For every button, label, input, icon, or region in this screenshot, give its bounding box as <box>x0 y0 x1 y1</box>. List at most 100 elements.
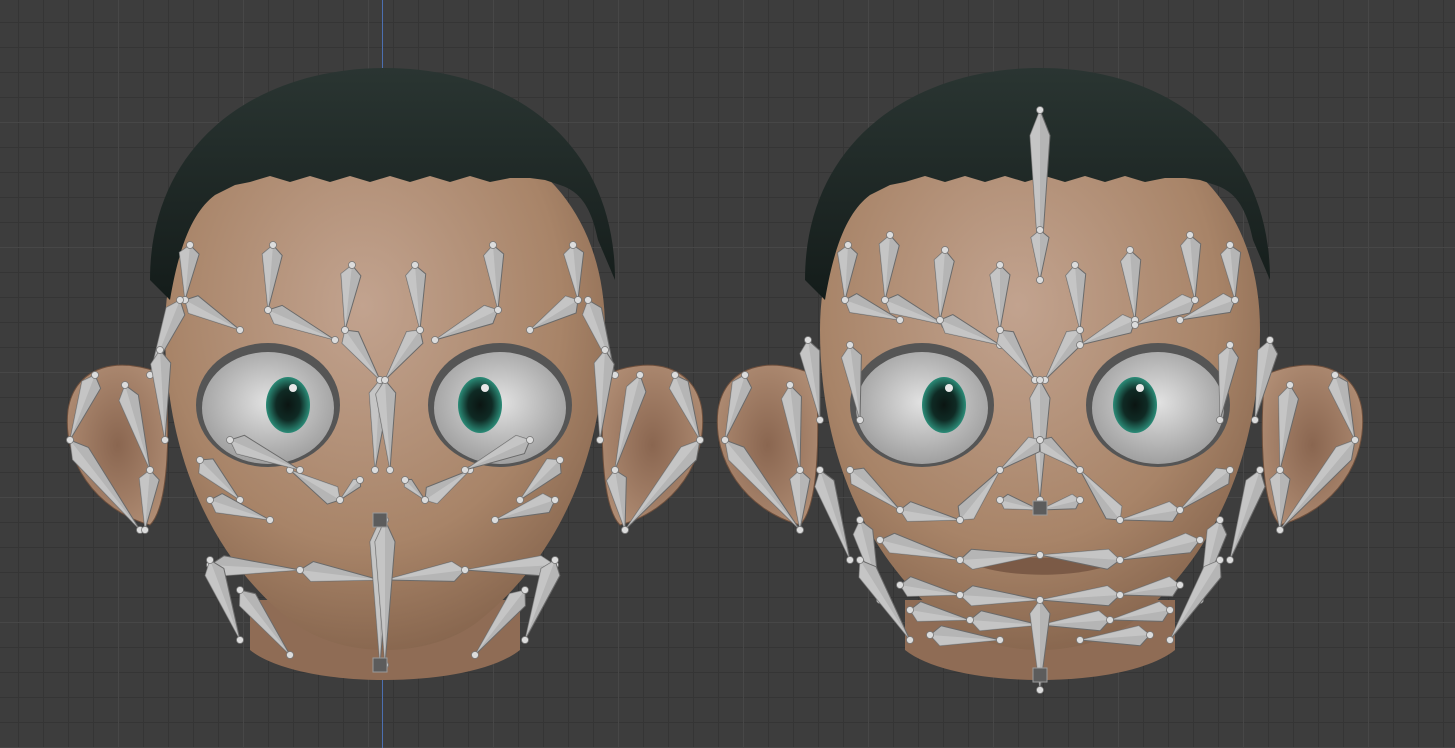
bone-joint[interactable] <box>341 326 349 334</box>
bone-joint[interactable] <box>1166 606 1174 614</box>
bone-joint[interactable] <box>206 496 214 504</box>
bone-joint[interactable] <box>856 516 864 524</box>
head-model-right[interactable] <box>716 68 1364 694</box>
bone-joint[interactable] <box>1036 376 1044 384</box>
bone-joint[interactable] <box>996 326 1004 334</box>
bone-joint[interactable] <box>1116 556 1124 564</box>
bone-joint[interactable] <box>411 261 419 269</box>
3d-viewport[interactable] <box>0 0 1455 748</box>
bone-joint[interactable] <box>1131 321 1139 329</box>
bone-joint[interactable] <box>336 496 344 504</box>
bone-control-handle[interactable] <box>1032 667 1048 683</box>
bone-joint[interactable] <box>1076 496 1084 504</box>
bone-joint[interactable] <box>741 371 749 379</box>
bone-joint[interactable] <box>1146 631 1154 639</box>
bone-joint[interactable] <box>471 651 479 659</box>
bone-joint[interactable] <box>1166 636 1174 644</box>
bone-joint[interactable] <box>1176 506 1184 514</box>
bone-control-handle[interactable] <box>372 657 388 673</box>
bone-joint[interactable] <box>1226 556 1234 564</box>
bone-joint[interactable] <box>621 526 629 534</box>
bone-joint[interactable] <box>161 436 169 444</box>
bone-joint[interactable] <box>516 496 524 504</box>
bone-joint[interactable] <box>461 566 469 574</box>
bone-joint[interactable] <box>269 241 277 249</box>
bone-joint[interactable] <box>601 346 609 354</box>
bone-joint[interactable] <box>1036 276 1044 284</box>
bone-joint[interactable] <box>386 466 394 474</box>
bone-joint[interactable] <box>91 371 99 379</box>
bone-joint[interactable] <box>906 636 914 644</box>
bone-joint[interactable] <box>491 516 499 524</box>
bone-joint[interactable] <box>696 436 704 444</box>
bone-joint[interactable] <box>1076 636 1084 644</box>
bone-joint[interactable] <box>266 516 274 524</box>
bone-joint[interactable] <box>1036 686 1044 694</box>
bone-joint[interactable] <box>956 556 964 564</box>
bone-joint[interactable] <box>206 556 214 564</box>
bone-joint[interactable] <box>1276 526 1284 534</box>
bone-joint[interactable] <box>796 466 804 474</box>
bone-joint[interactable] <box>796 526 804 534</box>
bone-joint[interactable] <box>494 306 502 314</box>
bone-joint[interactable] <box>926 631 934 639</box>
bone-joint[interactable] <box>596 436 604 444</box>
bone-joint[interactable] <box>186 241 194 249</box>
bone-joint[interactable] <box>141 526 149 534</box>
bone-joint[interactable] <box>489 241 497 249</box>
bone-joint[interactable] <box>996 636 1004 644</box>
bone-joint[interactable] <box>236 586 244 594</box>
bone-joint[interactable] <box>348 261 356 269</box>
bone-joint[interactable] <box>1216 556 1224 564</box>
bone-joint[interactable] <box>816 466 824 474</box>
bone-joint[interactable] <box>1286 381 1294 389</box>
bone-joint[interactable] <box>431 336 439 344</box>
bone-joint[interactable] <box>584 296 592 304</box>
bone-joint[interactable] <box>556 456 564 464</box>
bone-joint[interactable] <box>226 436 234 444</box>
bone-joint[interactable] <box>176 296 184 304</box>
bone-joint[interactable] <box>1331 371 1339 379</box>
bone-joint[interactable] <box>1116 516 1124 524</box>
bone-joint[interactable] <box>876 536 884 544</box>
bone-joint[interactable] <box>1276 466 1284 474</box>
bone-joint[interactable] <box>856 416 864 424</box>
bone-joint[interactable] <box>1071 261 1079 269</box>
bone-joint[interactable] <box>896 316 904 324</box>
bone-joint[interactable] <box>1106 616 1114 624</box>
bone-joint[interactable] <box>521 636 529 644</box>
bone-joint[interactable] <box>236 326 244 334</box>
bone-joint[interactable] <box>1226 466 1234 474</box>
bone-joint[interactable] <box>381 376 389 384</box>
bone-joint[interactable] <box>1351 436 1359 444</box>
bone-joint[interactable] <box>1036 106 1044 114</box>
bone-joint[interactable] <box>636 371 644 379</box>
bone-joint[interactable] <box>721 436 729 444</box>
bone-joint[interactable] <box>856 556 864 564</box>
bone-joint[interactable] <box>1231 296 1239 304</box>
bone-joint[interactable] <box>526 326 534 334</box>
bone-joint[interactable] <box>551 556 559 564</box>
bone-joint[interactable] <box>956 591 964 599</box>
bone-joint[interactable] <box>786 381 794 389</box>
bone-joint[interactable] <box>146 466 154 474</box>
bone-joint[interactable] <box>1176 316 1184 324</box>
bone-joint[interactable] <box>1196 536 1204 544</box>
bone-joint[interactable] <box>846 341 854 349</box>
bone-joint[interactable] <box>371 466 379 474</box>
bone-joint[interactable] <box>906 606 914 614</box>
bone-joint[interactable] <box>844 241 852 249</box>
bone-joint[interactable] <box>401 476 409 484</box>
bone-control-handle[interactable] <box>1032 500 1048 516</box>
bone-joint[interactable] <box>286 651 294 659</box>
bone-joint[interactable] <box>1256 466 1264 474</box>
bone-joint[interactable] <box>611 466 619 474</box>
bone-joint[interactable] <box>841 296 849 304</box>
bone-joint[interactable] <box>156 346 164 354</box>
bone-joint[interactable] <box>1186 231 1194 239</box>
bone-joint[interactable] <box>421 496 429 504</box>
bone-joint[interactable] <box>1036 226 1044 234</box>
bone-joint[interactable] <box>461 466 469 474</box>
bone-joint[interactable] <box>1266 336 1274 344</box>
bone-joint[interactable] <box>1216 416 1224 424</box>
